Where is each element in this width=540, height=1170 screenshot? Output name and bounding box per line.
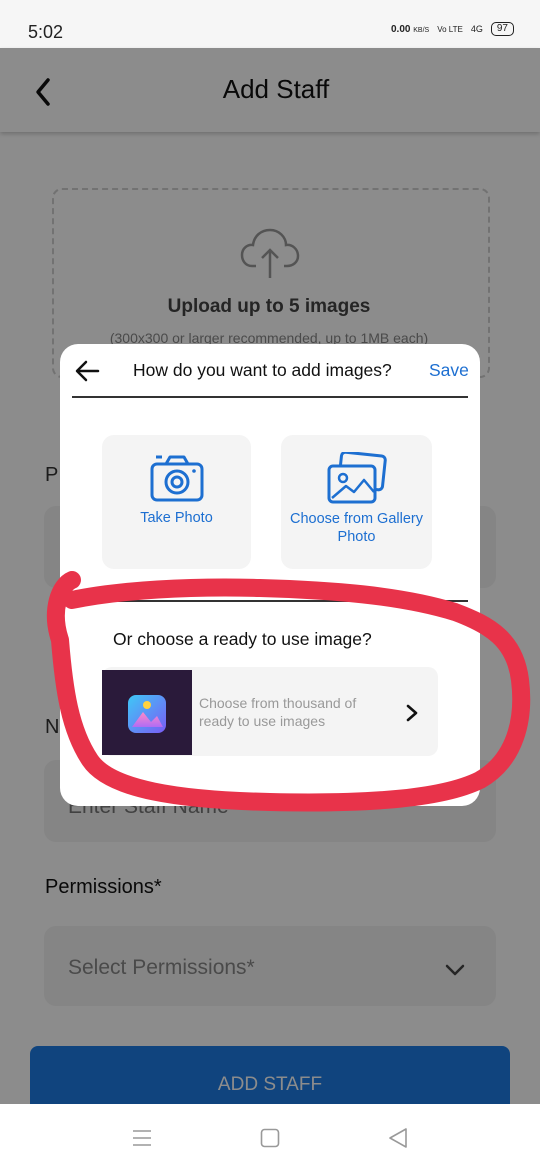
back-triangle-icon[interactable] [386,1126,410,1150]
gallery-icon [327,452,387,504]
camera-icon [150,455,204,502]
network-indicator: 4G [470,24,483,34]
divider [72,396,468,398]
ready-image-heading: Or choose a ready to use image? [113,629,372,649]
status-icons: 0.00 KB/S Vo LTE 4G 97 [391,22,514,36]
ready-images-description: Choose from thousand of ready to use ima… [199,695,357,729]
divider [72,600,468,602]
net-speed: 0.00 KB/S [391,23,430,35]
menu-icon[interactable] [130,1126,154,1150]
take-photo-label: Take Photo [140,510,213,526]
save-button[interactable]: Save [429,360,469,381]
arrow-left-icon[interactable] [74,358,102,384]
home-icon[interactable] [258,1126,282,1150]
chevron-right-icon [406,704,418,722]
volte-indicator: Vo LTE [437,24,463,34]
battery-indicator: 97 [490,22,514,36]
status-time: 5:02 [28,22,64,42]
dialog-title: How do you want to add images? [133,360,392,380]
choose-gallery-label: Choose from Gallery Photo [290,511,423,545]
image-icon [128,695,166,733]
